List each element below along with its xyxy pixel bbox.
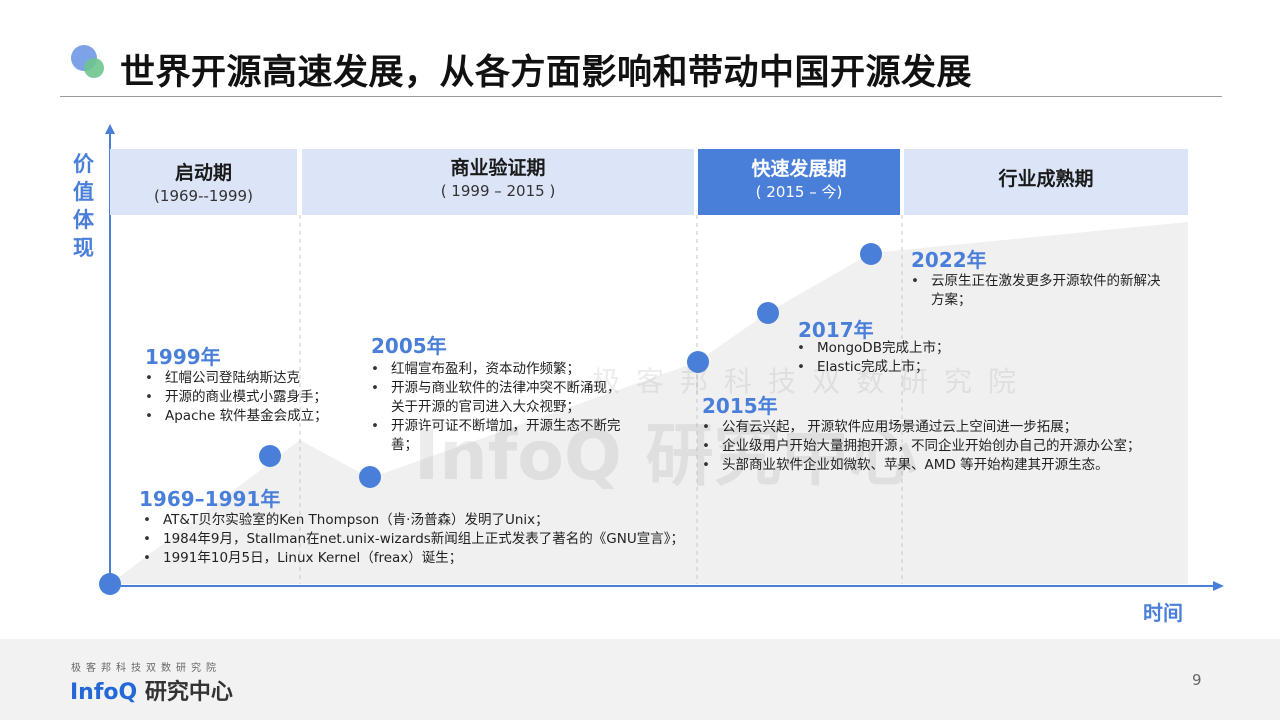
milestone-dot-2017 <box>757 302 779 324</box>
logo-dots-icon <box>71 45 104 78</box>
phase-band-rapid-growth: 快速发展期 ( 2015 – 今) <box>698 149 900 215</box>
origin-dot <box>99 573 121 595</box>
y-axis-label-char-1: 价 <box>73 152 94 176</box>
list-item: 1991年10月5日，Linux Kernel（freax）诞生； <box>143 549 684 568</box>
list-item: 开源与商业软件的法律冲突不断涌现，关于开源的官司进入大众视野； <box>371 379 621 417</box>
milestone-list-2017: MongoDB完成上市； Elastic完成上市； <box>797 339 949 377</box>
milestone-list-2005: 红帽宣布盈利，资本动作频繁； 开源与商业软件的法律冲突不断涌现，关于开源的官司进… <box>371 360 621 455</box>
milestone-dot-2022 <box>860 243 882 265</box>
x-axis-arrow <box>1213 581 1224 591</box>
list-item: Elastic完成上市； <box>797 358 949 377</box>
milestone-dot-2005 <box>359 466 381 488</box>
phase-title: 商业验证期 <box>450 157 546 179</box>
milestone-list-1969: AT&T贝尔实验室的Ken Thompson（肯·汤普森）发明了Unix； 19… <box>143 511 684 568</box>
list-item: MongoDB完成上市； <box>797 339 949 358</box>
title-divider <box>60 96 1222 97</box>
list-item: 1984年9月，Stallman在net.unix-wizards新闻组上正式发… <box>143 530 684 549</box>
list-item: Apache 软件基金会成立； <box>145 407 328 426</box>
list-item: 云原生正在激发更多开源软件的新解决方案； <box>911 272 1161 310</box>
page-title: 世界开源高速发展，从各方面影响和带动中国开源发展 <box>120 53 973 93</box>
y-axis-label-char-4: 现 <box>73 236 94 260</box>
footer-brand-en: InfoQ <box>70 680 138 705</box>
footer-brand-cn: 研究中心 <box>144 680 233 705</box>
milestone-year-2015: 2015年 <box>702 394 778 418</box>
milestone-list-2015: 公有云兴起， 开源软件应用场景通过云上空间进一步拓展； 企业级用户开始大量拥抱开… <box>702 418 1141 475</box>
milestone-dot-1999 <box>259 445 281 467</box>
list-item: 公有云兴起， 开源软件应用场景通过云上空间进一步拓展； <box>702 418 1141 437</box>
milestone-year-2022: 2022年 <box>911 248 987 272</box>
milestone-year-2005: 2005年 <box>371 334 447 358</box>
phase-band-commercial-validation: 商业验证期 ( 1999 – 2015 ) <box>302 149 694 215</box>
phase-range: (1969--1999) <box>154 187 253 205</box>
phase-band-startup: 启动期 (1969--1999) <box>110 149 297 215</box>
milestone-list-1999: 红帽公司登陆纳斯达克 开源的商业模式小露身手； Apache 软件基金会成立； <box>145 369 328 426</box>
list-item: 头部商业软件企业如微软、苹果、AMD 等开始构建其开源生态。 <box>702 456 1141 475</box>
phase-range: ( 1999 – 2015 ) <box>440 182 556 200</box>
list-item: 开源许可证不断增加，开源生态不断完善； <box>371 417 621 455</box>
phase-title: 快速发展期 <box>751 158 847 180</box>
footer-subtitle: 极客邦科技双数研究院 <box>71 663 221 674</box>
x-axis-label: 时间 <box>1143 601 1183 625</box>
list-item: 红帽公司登陆纳斯达克 <box>145 369 328 388</box>
list-item: 开源的商业模式小露身手； <box>145 388 328 407</box>
page-number: 9 <box>1192 671 1202 689</box>
y-axis-arrow <box>105 124 115 134</box>
y-axis-label-char-2: 值 <box>73 180 94 204</box>
phase-band-maturity: 行业成熟期 <box>904 149 1188 215</box>
milestone-year-1999: 1999年 <box>145 345 221 369</box>
footer-logo: InfoQ 研究中心 <box>70 674 233 706</box>
milestone-year-1969: 1969–1991年 <box>139 487 281 511</box>
phase-title: 启动期 <box>174 162 232 184</box>
y-axis-label-char-3: 体 <box>73 208 94 232</box>
list-item: 企业级用户开始大量拥抱开源，不同企业开始创办自己的开源办公室； <box>702 437 1141 456</box>
list-item: 红帽宣布盈利，资本动作频繁； <box>371 360 621 379</box>
phase-title: 行业成熟期 <box>998 168 1094 190</box>
phase-range: ( 2015 – 今) <box>755 183 843 201</box>
list-item: AT&T贝尔实验室的Ken Thompson（肯·汤普森）发明了Unix； <box>143 511 684 530</box>
milestone-list-2022: 云原生正在激发更多开源软件的新解决方案； <box>911 272 1161 310</box>
